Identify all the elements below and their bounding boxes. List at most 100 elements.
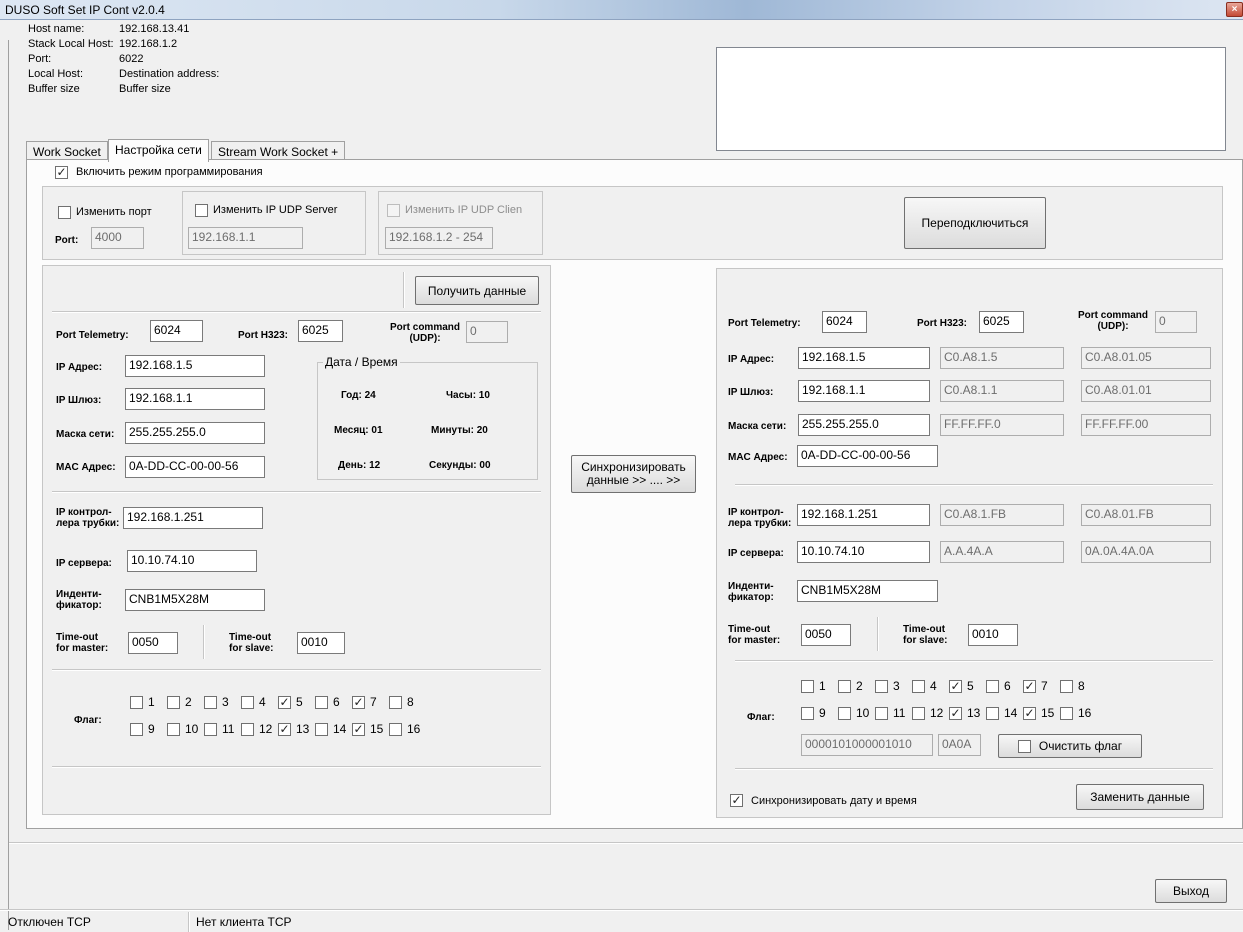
sync-datetime-checkbox[interactable]: ✓ [730, 794, 743, 807]
flag-7-checkbox[interactable]: ✓ 7 [352, 695, 377, 709]
timeout-master-input[interactable]: 0050 [128, 632, 178, 654]
tab-network-settings[interactable]: Настройка сети [108, 139, 209, 162]
ip-server-input[interactable]: 192.168.1.1 [188, 227, 303, 249]
mac-address-input[interactable]: 0A-DD-CC-00-00-56 [125, 456, 265, 478]
port-command-input[interactable]: 0 [466, 321, 508, 343]
ip-gateway-input[interactable]: 192.168.1.1 [125, 388, 265, 410]
port-input[interactable]: 4000 [91, 227, 144, 249]
ip-server-field[interactable]: 10.10.74.10 [797, 541, 930, 563]
flag-5-checkbox[interactable]: ✓ 5 [278, 695, 303, 709]
flag-13-checkbox[interactable]: ✓ 13 [949, 706, 980, 720]
port-h323-input[interactable]: 6025 [298, 320, 343, 342]
flag-10-checkbox[interactable]: 10 [167, 722, 198, 736]
timeout-master-input[interactable]: 0050 [801, 624, 851, 646]
ip-controller-input[interactable]: 192.168.1.251 [123, 507, 263, 529]
ip-address-hex[interactable]: C0.A8.1.5 [940, 347, 1064, 369]
checkbox-box [167, 695, 180, 709]
log-textbox[interactable] [716, 47, 1226, 151]
flag-16-checkbox[interactable]: 16 [1060, 706, 1091, 720]
subnet-mask-hex[interactable]: FF.FF.FF.0 [940, 414, 1064, 436]
ip-address-input[interactable]: 192.168.1.5 [125, 355, 265, 377]
port-h323-input[interactable]: 6025 [979, 311, 1024, 333]
flag-9-checkbox[interactable]: 9 [801, 706, 826, 720]
flag-11-checkbox[interactable]: 11 [204, 722, 234, 736]
flag-3-checkbox[interactable]: 3 [204, 695, 229, 709]
clear-flag-button[interactable]: Очистить флаг [998, 734, 1142, 758]
identifier-input[interactable]: CNB1M5X28M [125, 589, 265, 611]
port-telemetry-input[interactable]: 6024 [150, 320, 203, 342]
flag-15-checkbox[interactable]: ✓ 15 [1023, 706, 1054, 720]
ip-client-input[interactable]: 192.168.1.2 - 254 [385, 227, 493, 249]
enable-programming-checkbox[interactable]: ✓ [55, 166, 68, 179]
change-port-checkbox[interactable] [58, 206, 71, 219]
ip-server-hex[interactable]: A.A.4A.A [940, 541, 1064, 563]
flag-2-checkbox[interactable]: 2 [838, 679, 863, 693]
flag-7-checkbox[interactable]: ✓ 7 [1023, 679, 1048, 693]
flag-4-checkbox[interactable]: 4 [912, 679, 937, 693]
flag-2-checkbox[interactable]: 2 [167, 695, 192, 709]
port-telemetry-label: Port Telemetry: [56, 330, 129, 341]
ip-gateway-hex-padded[interactable]: C0.A8.01.01 [1081, 380, 1211, 402]
flag-8-checkbox[interactable]: 8 [389, 695, 414, 709]
timeout-slave-input[interactable]: 0010 [297, 632, 345, 654]
ip-address-input[interactable]: 192.168.1.5 [798, 347, 930, 369]
port-telemetry-input[interactable]: 6024 [822, 311, 867, 333]
ip-controller-label: IP контрол- лера трубки: [728, 507, 792, 529]
ip-server-hex-padded[interactable]: 0A.0A.4A.0A [1081, 541, 1211, 563]
flag-14-checkbox[interactable]: 14 [315, 722, 346, 736]
flag-12-checkbox[interactable]: 12 [241, 722, 272, 736]
ip-gateway-input[interactable]: 192.168.1.1 [798, 380, 930, 402]
flag-1-checkbox[interactable]: 1 [801, 679, 826, 693]
get-data-button[interactable]: Получить данные [415, 276, 539, 305]
ip-server-field[interactable]: 10.10.74.10 [127, 550, 257, 572]
flag-6-checkbox[interactable]: 6 [315, 695, 340, 709]
ip-controller-hex[interactable]: C0.A8.1.FB [940, 504, 1064, 526]
close-icon[interactable]: × [1226, 2, 1243, 17]
flag-number-label: 14 [333, 722, 347, 736]
flag-8-checkbox[interactable]: 8 [1060, 679, 1085, 693]
ip-controller-hex-padded[interactable]: C0.A8.01.FB [1081, 504, 1211, 526]
ip-gateway-hex[interactable]: C0.A8.1.1 [940, 380, 1064, 402]
flag-10-checkbox[interactable]: 10 [838, 706, 869, 720]
reconnect-button[interactable]: Переподключиться [904, 197, 1046, 249]
flag-9-checkbox[interactable]: 9 [130, 722, 155, 736]
subnet-mask-input[interactable]: 255.255.255.0 [125, 422, 265, 444]
flag-number-label: 12 [930, 706, 944, 720]
ip-address-hex-padded[interactable]: C0.A8.01.05 [1081, 347, 1211, 369]
change-ip-client-checkbox[interactable] [387, 204, 400, 217]
identifier-input[interactable]: CNB1M5X28M [797, 580, 938, 602]
flag-hex-field[interactable]: 0A0A [938, 734, 981, 756]
flag-4-checkbox[interactable]: 4 [241, 695, 266, 709]
flag-16-checkbox[interactable]: 16 [389, 722, 420, 736]
tab-stream-work-socket[interactable]: Stream Work Socket + [211, 141, 346, 161]
timeout-slave-input[interactable]: 0010 [968, 624, 1018, 646]
mac-address-input[interactable]: 0A-DD-CC-00-00-56 [797, 445, 938, 467]
flag-number-label: 1 [819, 679, 826, 693]
ip-controller-input[interactable]: 192.168.1.251 [797, 504, 930, 526]
flag-12-checkbox[interactable]: 12 [912, 706, 943, 720]
checkbox-box [130, 695, 143, 709]
tab-work-socket[interactable]: Work Socket [26, 141, 108, 161]
subnet-mask-input[interactable]: 255.255.255.0 [798, 414, 930, 436]
sync-data-button[interactable]: Синхронизировать данные >> .... >> [571, 455, 696, 493]
flag-14-checkbox[interactable]: 14 [986, 706, 1017, 720]
separator [52, 669, 541, 671]
flag-3-checkbox[interactable]: 3 [875, 679, 900, 693]
flag-label: Флаг: [74, 715, 102, 726]
flag-11-checkbox[interactable]: 11 [875, 706, 905, 720]
change-ip-server-checkbox[interactable] [195, 204, 208, 217]
title-bar[interactable]: DUSO Soft Set IP Cont v2.0.4 × [0, 0, 1243, 20]
flag-15-checkbox[interactable]: ✓ 15 [352, 722, 383, 736]
info-label: Host name: [28, 23, 85, 35]
exit-button[interactable]: Выход [1155, 879, 1227, 903]
flag-number-label: 9 [819, 706, 826, 720]
flag-1-checkbox[interactable]: 1 [130, 695, 155, 709]
checkbox-box [241, 722, 254, 736]
flag-13-checkbox[interactable]: ✓ 13 [278, 722, 309, 736]
flag-5-checkbox[interactable]: ✓ 5 [949, 679, 974, 693]
subnet-mask-hex-padded[interactable]: FF.FF.FF.00 [1081, 414, 1211, 436]
replace-data-button[interactable]: Заменить данные [1076, 784, 1204, 810]
flag-binary-field[interactable]: 0000101000001010 [801, 734, 933, 756]
flag-6-checkbox[interactable]: 6 [986, 679, 1011, 693]
port-command-input[interactable]: 0 [1155, 311, 1197, 333]
